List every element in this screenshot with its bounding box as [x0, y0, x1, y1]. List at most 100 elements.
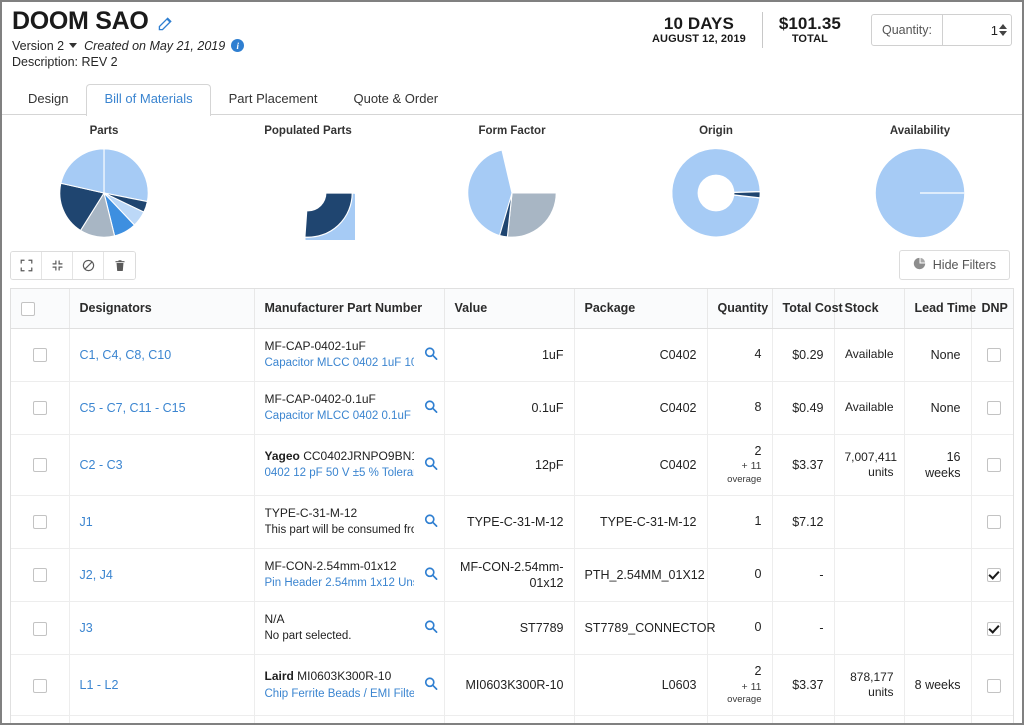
populated-parts-donut-chart[interactable]	[261, 146, 355, 240]
table-row[interactable]: L1 - L2Laird MI0603K300R-10Chip Ferrite …	[11, 655, 1014, 716]
search-icon[interactable]	[421, 399, 438, 416]
chevron-down-icon[interactable]	[69, 43, 77, 48]
dnp-checkbox[interactable]	[987, 622, 1001, 636]
expand-rows-button[interactable]	[11, 252, 42, 279]
quantity-value: 2	[718, 444, 762, 460]
hide-filters-button[interactable]: Hide Filters	[899, 250, 1010, 280]
row-select-checkbox[interactable]	[33, 568, 47, 582]
lead-time-cell	[904, 549, 971, 602]
availability-pie-chart[interactable]	[873, 146, 967, 240]
row-select-checkbox[interactable]	[33, 622, 47, 636]
collapse-rows-button[interactable]	[42, 252, 73, 279]
quantity-spinner[interactable]	[999, 24, 1007, 36]
designators-link[interactable]: L1 - L2	[80, 678, 119, 692]
search-icon[interactable]	[421, 456, 438, 473]
row-select-cell	[11, 495, 69, 548]
tab-part-placement[interactable]: Part Placement	[211, 84, 336, 115]
row-select-checkbox[interactable]	[33, 679, 47, 693]
col-manufacturer-part-number[interactable]: Manufacturer Part Number	[254, 289, 444, 328]
spinner-up-icon[interactable]	[999, 24, 1007, 29]
total-cost-cell: -	[772, 549, 834, 602]
row-select-checkbox[interactable]	[33, 348, 47, 362]
designators-link[interactable]: C5 - C7, C11 - C15	[80, 401, 186, 415]
edit-pencil-icon[interactable]	[158, 16, 173, 31]
total-cost-cell: $7.12	[772, 495, 834, 548]
quantity-cell: 0	[707, 549, 772, 602]
spinner-down-icon[interactable]	[999, 31, 1007, 36]
mpn-description[interactable]: Chip Ferrite Beads / EMI Filters 30	[265, 686, 414, 703]
dnp-checkbox[interactable]	[987, 458, 1001, 472]
pie-chart-icon	[913, 257, 926, 273]
stock-cell	[834, 495, 904, 548]
dnp-checkbox[interactable]	[987, 515, 1001, 529]
parts-pie-chart[interactable]	[57, 146, 151, 240]
search-icon[interactable]	[421, 677, 438, 694]
designators-link[interactable]: J3	[80, 621, 93, 635]
table-row[interactable]: J3N/ANo part selected.ST7789ST7789_CONNE…	[11, 602, 1014, 655]
designators-link[interactable]: C1, C4, C8, C10	[80, 348, 172, 362]
mpn-description[interactable]: Capacitor MLCC 0402 1uF 10% 16	[265, 355, 414, 372]
table-row[interactable]: J2, J4MF-CON-2.54mm-01x12Pin Header 2.54…	[11, 549, 1014, 602]
table-row[interactable]: C5 - C7, C11 - C15MF-CAP-0402-0.1uFCapac…	[11, 381, 1014, 434]
package-cell: C0402	[574, 328, 707, 381]
designators-link[interactable]: C2 - C3	[80, 458, 123, 472]
row-select-checkbox[interactable]	[33, 458, 47, 472]
lead-time-cell	[904, 602, 971, 655]
dnp-checkbox[interactable]	[987, 568, 1001, 582]
col-value[interactable]: Value	[444, 289, 574, 328]
quantity-cell: 1	[707, 495, 772, 548]
designators-cell: R1, R5	[69, 716, 254, 725]
search-icon[interactable]	[421, 514, 438, 531]
dnp-button[interactable]	[73, 252, 104, 279]
total-value: $101.35	[779, 14, 841, 33]
lead-time-cell: None	[904, 381, 971, 434]
table-row[interactable]: J1TYPE-C-31-M-12This part will be consum…	[11, 495, 1014, 548]
quantity-value: 1	[718, 514, 762, 530]
info-icon[interactable]: i	[231, 39, 244, 52]
quantity-value: 4	[718, 347, 762, 363]
col-total-cost[interactable]: Total Cost	[772, 289, 834, 328]
origin-donut-chart[interactable]	[669, 146, 763, 240]
tab-bill-of-materials[interactable]: Bill of Materials	[86, 84, 210, 116]
select-all-checkbox[interactable]	[21, 302, 35, 316]
search-icon[interactable]	[421, 567, 438, 584]
search-icon[interactable]	[421, 620, 438, 637]
tab-quote-order[interactable]: Quote & Order	[335, 84, 456, 115]
col-quantity[interactable]: Quantity	[707, 289, 772, 328]
mpn-description[interactable]: 0402 12 pF 50 V ±5 % Tolerance N	[265, 465, 414, 482]
version-label[interactable]: Version 2	[12, 39, 64, 53]
col-stock[interactable]: Stock	[834, 289, 904, 328]
search-icon[interactable]	[421, 346, 438, 363]
designators-cell: L1 - L2	[69, 655, 254, 716]
form-factor-pie-chart[interactable]	[465, 146, 559, 240]
dnp-checkbox[interactable]	[987, 401, 1001, 415]
row-select-cell	[11, 381, 69, 434]
quantity-value: 2	[718, 664, 762, 680]
chart-form-factor: Form Factor	[410, 125, 614, 240]
package-cell: L0603	[574, 655, 707, 716]
row-select-checkbox[interactable]	[33, 515, 47, 529]
col-designators[interactable]: Designators	[69, 289, 254, 328]
quantity-field[interactable]: 1	[943, 15, 1011, 45]
row-select-checkbox[interactable]	[33, 401, 47, 415]
col-lead-time[interactable]: Lead Time	[904, 289, 971, 328]
col-package[interactable]: Package	[574, 289, 707, 328]
designators-link[interactable]: J1	[80, 515, 93, 529]
tab-design[interactable]: Design	[10, 84, 86, 115]
col-dnp[interactable]: DNP	[971, 289, 1014, 328]
select-all-header	[11, 289, 69, 328]
total-cost-cell: $3.37	[772, 655, 834, 716]
table-row[interactable]: R1, R5MF-RES-0402-10KResistor Thick Film…	[11, 716, 1014, 725]
header-stats: 10 DAYS AUGUST 12, 2019 $101.35 TOTAL Qu…	[636, 10, 1012, 50]
mpn-description[interactable]: Capacitor MLCC 0402 0.1uF 10% 1	[265, 408, 414, 425]
table-row[interactable]: C2 - C3Yageo CC0402JRNPO9BN1200402 12 pF…	[11, 434, 1014, 495]
dnp-checkbox[interactable]	[987, 348, 1001, 362]
trash-icon[interactable]	[104, 252, 135, 279]
dnp-checkbox[interactable]	[987, 679, 1001, 693]
designators-link[interactable]: J2, J4	[80, 568, 113, 582]
quantity-stepper[interactable]: Quantity: 1	[871, 14, 1012, 46]
dnp-cell	[971, 328, 1014, 381]
mpn-description[interactable]: Pin Header 2.54mm 1x12 Unshrou	[265, 575, 414, 592]
table-row[interactable]: C1, C4, C8, C10MF-CAP-0402-1uFCapacitor …	[11, 328, 1014, 381]
stock-cell: 7,007,411units	[834, 434, 904, 495]
